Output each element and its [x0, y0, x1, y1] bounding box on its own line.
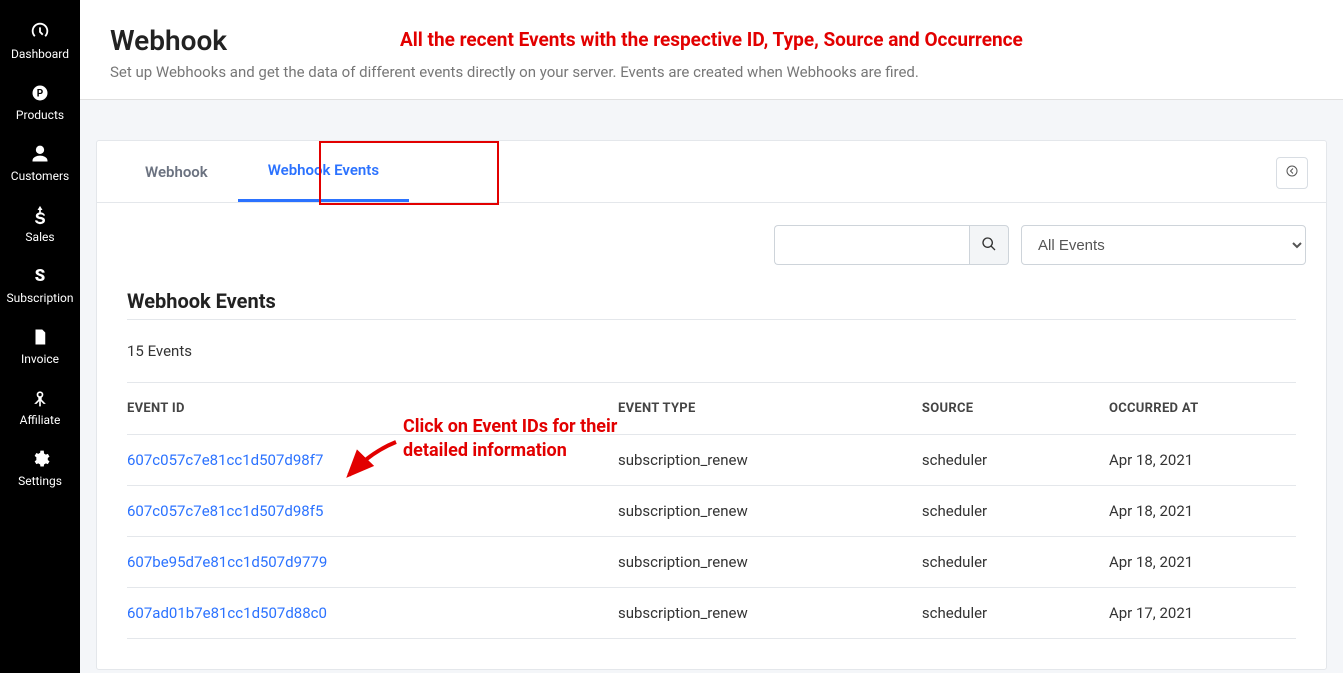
filter-select[interactable]: All Events — [1021, 225, 1306, 265]
cell-event-type: subscription_renew — [618, 435, 922, 486]
cell-source: scheduler — [922, 588, 1109, 639]
annotation-click-ids: Click on Event IDs for their detailed in… — [403, 415, 617, 464]
main: Webhook Set up Webhooks and get the data… — [80, 0, 1343, 673]
dashboard-icon — [29, 20, 51, 42]
svg-text:S: S — [35, 267, 45, 286]
cell-event-id: 607ad01b7e81cc1d507d88c0 — [127, 588, 618, 639]
sidebar-item-label: Subscription — [7, 291, 74, 305]
sidebar-item-label: Affiliate — [20, 413, 61, 427]
table-row: 607c057c7e81cc1d507d98f7 subscription_ren… — [127, 435, 1296, 486]
sidebar-item-label: Sales — [25, 230, 54, 244]
events-count: 15 Events — [127, 319, 1296, 382]
sidebar-item-subscription[interactable]: S Subscription — [0, 256, 80, 317]
col-event-type: EVENT TYPE — [618, 383, 922, 435]
col-occurred-at: OCCURRED AT — [1109, 383, 1296, 435]
table-area: 15 Events Click on Event IDs for their d… — [97, 319, 1326, 669]
event-id-link[interactable]: 607ad01b7e81cc1d507d88c0 — [127, 604, 327, 622]
sidebar-item-invoice[interactable]: Invoice — [0, 317, 80, 378]
subscription-icon: S — [30, 266, 50, 286]
event-id-link[interactable]: 607c057c7e81cc1d507d98f5 — [127, 502, 323, 520]
sidebar-item-label: Settings — [18, 474, 62, 488]
table-row: 607ad01b7e81cc1d507d88c0 subscription_ren… — [127, 588, 1296, 639]
page-header: Webhook Set up Webhooks and get the data… — [80, 0, 1343, 100]
cell-source: scheduler — [922, 537, 1109, 588]
cell-source: scheduler — [922, 486, 1109, 537]
col-source: SOURCE — [922, 383, 1109, 435]
sidebar-item-customers[interactable]: Customers — [0, 134, 80, 195]
sidebar-item-label: Invoice — [21, 352, 59, 366]
event-id-link[interactable]: 607be95d7e81cc1d507d9779 — [127, 553, 327, 571]
search-input[interactable] — [774, 225, 969, 265]
sidebar-item-label: Customers — [11, 169, 69, 183]
cell-event-id: 607be95d7e81cc1d507d9779 — [127, 537, 618, 588]
events-table: EVENT ID EVENT TYPE SOURCE OCCURRED AT 6… — [127, 382, 1296, 639]
cell-event-type: subscription_renew — [618, 486, 922, 537]
event-id-link[interactable]: 607c057c7e81cc1d507d98f7 — [127, 451, 323, 469]
annotation-top: All the recent Events with the respectiv… — [400, 28, 1023, 51]
invoice-icon — [31, 327, 49, 347]
sidebar-item-affiliate[interactable]: Affiliate — [0, 378, 80, 439]
page-subtitle: Set up Webhooks and get the data of diff… — [110, 63, 1313, 81]
table-row: 607be95d7e81cc1d507d9779 subscription_ren… — [127, 537, 1296, 588]
products-icon: P — [30, 83, 50, 103]
sidebar-item-sales[interactable]: Sales — [0, 195, 80, 256]
card: Webhook Webhook Events — [96, 140, 1327, 670]
affiliate-icon — [30, 388, 50, 408]
tabs: Webhook Webhook Events — [97, 141, 1326, 203]
customers-icon — [30, 144, 50, 164]
cell-occurred-at: Apr 18, 2021 — [1109, 486, 1296, 537]
sidebar-item-dashboard[interactable]: Dashboard — [0, 10, 80, 73]
sidebar-item-label: Dashboard — [11, 47, 69, 61]
cell-occurred-at: Apr 18, 2021 — [1109, 435, 1296, 486]
tab-webhook-events[interactable]: Webhook Events — [238, 141, 409, 202]
table-row: 607c057c7e81cc1d507d98f5 subscription_ren… — [127, 486, 1296, 537]
sidebar-item-settings[interactable]: Settings — [0, 439, 80, 500]
search-icon — [981, 236, 997, 255]
sidebar-item-label: Products — [16, 108, 64, 122]
collapse-button[interactable] — [1276, 157, 1308, 189]
tab-webhook[interactable]: Webhook — [115, 143, 238, 201]
sidebar-item-products[interactable]: P Products — [0, 73, 80, 134]
cell-source: scheduler — [922, 435, 1109, 486]
search-wrap — [774, 225, 1009, 265]
cell-event-type: subscription_renew — [618, 537, 922, 588]
sidebar: Dashboard P Products Customers Sales S S… — [0, 0, 80, 673]
svg-text:P: P — [37, 88, 44, 99]
chevron-left-icon — [1286, 165, 1298, 181]
cell-occurred-at: Apr 18, 2021 — [1109, 537, 1296, 588]
cell-event-type: subscription_renew — [618, 588, 922, 639]
search-button[interactable] — [969, 225, 1009, 265]
cell-event-id: 607c057c7e81cc1d507d98f5 — [127, 486, 618, 537]
section-title: Webhook Events — [97, 265, 1326, 319]
cell-occurred-at: Apr 17, 2021 — [1109, 588, 1296, 639]
toolbar: All Events — [97, 203, 1326, 265]
content-area: Webhook Webhook Events — [80, 100, 1343, 673]
sales-icon — [30, 205, 50, 225]
settings-icon — [30, 449, 50, 469]
